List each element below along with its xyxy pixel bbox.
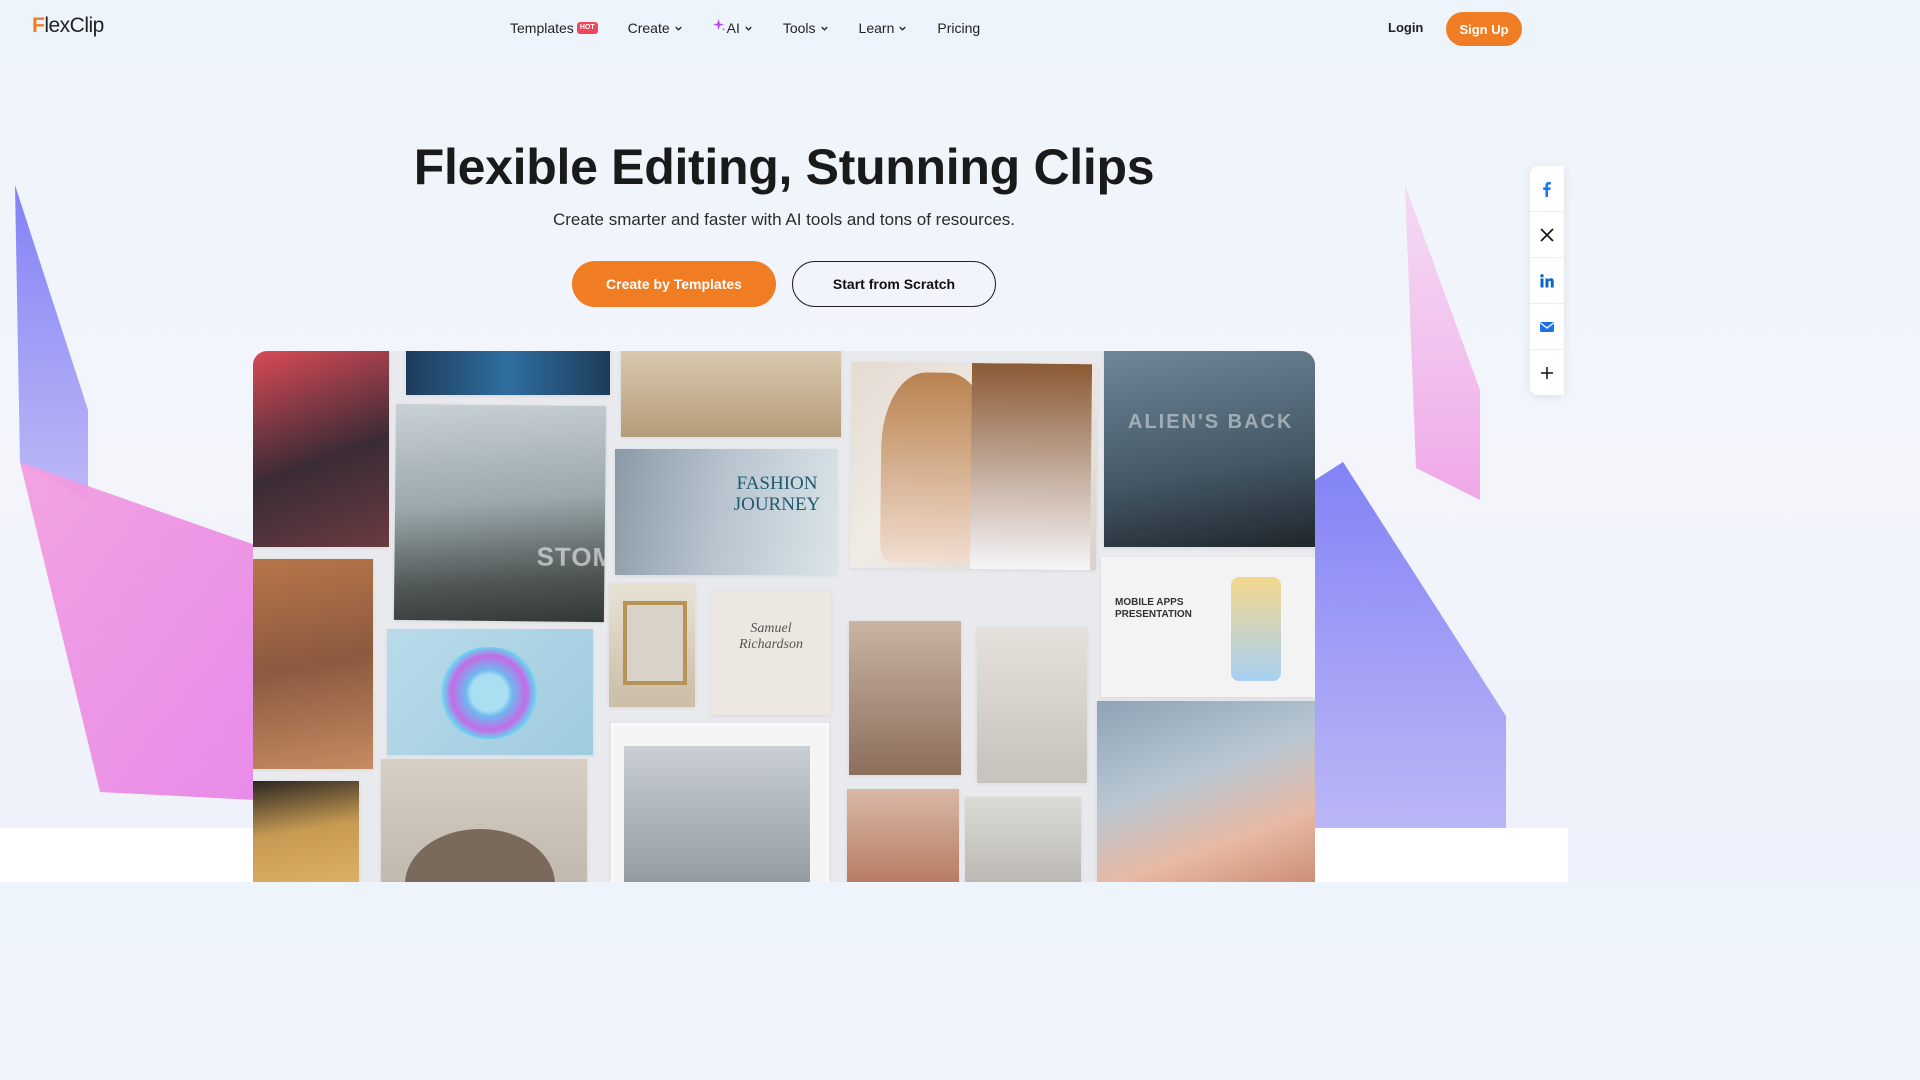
ring-graphic bbox=[437, 647, 541, 739]
hero-subtitle: Create smarter and faster with AI tools … bbox=[552, 210, 1016, 229]
nav-learn[interactable]: Learn bbox=[859, 20, 908, 36]
template-thumbnail[interactable] bbox=[406, 351, 610, 395]
stomp-text: STOMP bbox=[536, 541, 607, 573]
site-header: FlexClip Templates HOT Create AI Tools L… bbox=[0, 0, 1568, 56]
groom-shape bbox=[969, 362, 1093, 571]
plus-icon bbox=[1541, 366, 1553, 379]
phone-graphic bbox=[1231, 577, 1281, 681]
template-collage: STOMP FASHION JOURNEY Samuel Richardson … bbox=[253, 351, 1315, 882]
mobile-apps-text: MOBILE APPS PRESENTATION bbox=[1115, 597, 1192, 620]
template-thumbnail[interactable] bbox=[609, 583, 695, 707]
nav-pricing-label: Pricing bbox=[937, 20, 981, 36]
template-fashion-journey[interactable]: FASHION JOURNEY bbox=[615, 449, 837, 575]
template-thumbnail[interactable] bbox=[849, 361, 1099, 571]
template-thumbnail[interactable] bbox=[621, 351, 841, 437]
template-thumbnail[interactable] bbox=[253, 781, 359, 882]
template-thumbnail[interactable] bbox=[965, 797, 1081, 882]
nav-pricing[interactable]: Pricing bbox=[937, 20, 980, 36]
template-mobile-apps[interactable]: MOBILE APPS PRESENTATION bbox=[1101, 557, 1315, 697]
flexclip-logo[interactable]: FlexClip bbox=[32, 14, 104, 38]
template-thumbnail[interactable] bbox=[253, 559, 373, 769]
main-nav: Templates HOT Create AI Tools Learn Pric… bbox=[510, 0, 1010, 56]
template-thumbnail[interactable] bbox=[977, 627, 1087, 783]
create-by-templates-button[interactable]: Create by Templates bbox=[572, 261, 776, 307]
samuel-richardson-text: Samuel Richardson bbox=[738, 621, 804, 652]
template-thumbnail[interactable] bbox=[849, 621, 961, 775]
template-thumbnail[interactable] bbox=[381, 759, 587, 882]
facebook-icon bbox=[1543, 181, 1551, 197]
nav-tools-label: Tools bbox=[782, 20, 816, 36]
fashion-journey-text: FASHION JOURNEY bbox=[733, 473, 821, 515]
share-bar bbox=[1530, 166, 1564, 395]
template-thumbnail[interactable] bbox=[611, 723, 829, 882]
sparkle-icon bbox=[712, 18, 726, 31]
chevron-down-icon bbox=[899, 26, 907, 31]
login-button[interactable]: Login bbox=[1388, 20, 1423, 35]
mail-icon bbox=[1540, 321, 1554, 332]
hot-badge: HOT bbox=[576, 22, 598, 34]
template-thumbnail[interactable] bbox=[1097, 701, 1315, 882]
template-thumbnail[interactable] bbox=[387, 629, 593, 755]
nav-create[interactable]: Create bbox=[628, 20, 683, 36]
nav-learn-label: Learn bbox=[858, 20, 895, 36]
template-thumbnail[interactable] bbox=[253, 351, 389, 547]
share-linkedin[interactable] bbox=[1530, 258, 1564, 304]
share-email[interactable] bbox=[1530, 304, 1564, 350]
picture-frame bbox=[623, 601, 687, 685]
template-stomp[interactable]: STOMP bbox=[393, 403, 607, 623]
linkedin-icon bbox=[1540, 273, 1554, 287]
alien-back-text: ALIEN'S BACK bbox=[1128, 411, 1294, 433]
chevron-down-icon bbox=[745, 26, 752, 31]
start-from-scratch-button[interactable]: Start from Scratch bbox=[792, 261, 996, 307]
template-samuel-richardson[interactable]: Samuel Richardson bbox=[711, 591, 831, 715]
nav-templates-label: Templates bbox=[510, 20, 574, 36]
share-x[interactable] bbox=[1530, 212, 1564, 258]
x-icon bbox=[1540, 227, 1554, 242]
template-thumbnail[interactable] bbox=[847, 789, 959, 882]
chevron-down-icon bbox=[674, 26, 682, 31]
nav-templates[interactable]: Templates HOT bbox=[510, 20, 598, 36]
template-alien-back[interactable]: ALIEN'S BACK bbox=[1104, 351, 1315, 547]
nav-ai[interactable]: AI bbox=[712, 18, 753, 36]
nav-create-label: Create bbox=[627, 20, 670, 36]
nav-ai-label: AI bbox=[726, 20, 740, 36]
sky-photo bbox=[624, 746, 810, 882]
chevron-down-icon bbox=[820, 26, 828, 31]
signup-button[interactable]: Sign Up bbox=[1446, 12, 1522, 46]
nav-tools[interactable]: Tools bbox=[783, 20, 829, 36]
portrait-shape bbox=[405, 829, 555, 882]
page-title: Flexible Editing, Stunning Clips bbox=[413, 139, 1155, 195]
share-facebook[interactable] bbox=[1530, 166, 1564, 212]
share-more[interactable] bbox=[1530, 350, 1564, 395]
